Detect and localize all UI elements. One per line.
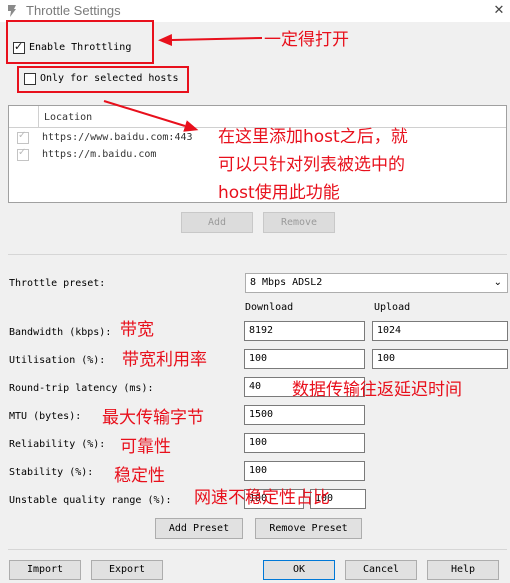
annotation-latency: 数据传输往返延迟时间 <box>292 380 462 400</box>
annotation-utilisation: 带宽利用率 <box>122 350 207 370</box>
annotation-unstable: 网速不稳定性占比 <box>194 488 330 508</box>
annotation-must-enable: 一定得打开 <box>264 30 349 50</box>
annotation-stability: 稳定性 <box>114 466 165 486</box>
annotation-hosts-line2: 可以只针对列表被选中的 <box>218 155 405 175</box>
annotation-reliability: 可靠性 <box>120 437 171 457</box>
arrow-to-table <box>103 100 199 132</box>
annotation-hosts-line3: host使用此功能 <box>218 183 340 203</box>
annotation-bandwidth: 带宽 <box>120 320 154 340</box>
annotation-mtu: 最大传输字节 <box>102 408 204 428</box>
annotation-hosts-line1: 在这里添加host之后，就 <box>218 127 408 147</box>
arrow-to-enable <box>158 34 263 46</box>
